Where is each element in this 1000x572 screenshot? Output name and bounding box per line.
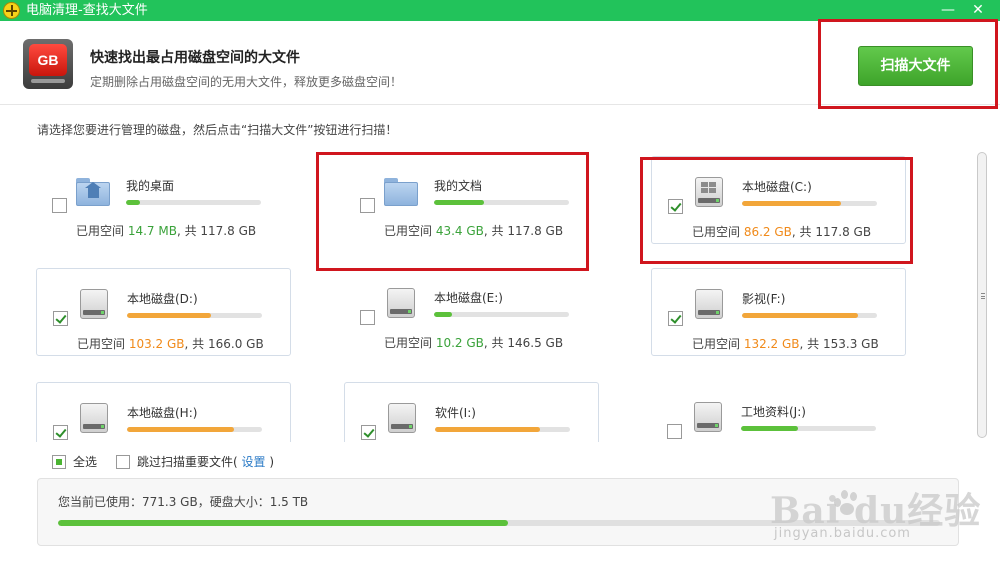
drive-checkbox[interactable] [667,424,682,439]
drive-card-desktop[interactable]: 我的桌面 已用空间 14.7 MB, 共 117.8 GB [36,156,291,244]
gb-icon-label: GB [29,44,67,76]
drive-card-j[interactable]: 工地资料(J:) [651,382,906,442]
minimize-button[interactable]: — [934,0,962,21]
total-value: 153.3 GB [822,337,879,351]
close-button[interactable]: ✕ [964,0,992,21]
hard-drive-icon [385,403,419,433]
used-value: 14.7 MB [127,224,177,238]
drive-usage-fill [127,313,211,318]
drive-name: 本地磁盘(H:) [127,406,198,420]
window-title: 电脑清理-查找大文件 [26,3,148,18]
drive-checkbox[interactable] [361,425,376,440]
drive-usage-fill [126,200,140,205]
total-separator: , 共 [176,224,201,238]
drive-name: 软件(I:) [435,406,476,420]
scrollbar-thumb[interactable] [977,152,987,438]
drive-usage-fill [127,427,234,432]
drive-usage-bar [434,312,569,317]
skip-important-label: 跳过扫描重要文件( 设置 ) [137,454,274,470]
total-separator: , 共 [799,337,823,351]
drive-usage-text: 已用空间 14.7 MB, 共 117.8 GB [76,222,256,239]
drive-usage-text: 已用空间 10.2 GB, 共 146.5 GB [384,334,563,351]
gb-disk-icon: GB [23,39,73,89]
disk-summary-fill [58,520,508,526]
drive-usage-bar [127,427,262,432]
annotation-box-documents [316,152,589,271]
used-value: 132.2 GB [743,337,800,351]
drive-list-scrollbar[interactable] [975,150,989,440]
drive-card-i[interactable]: 软件(I:) [344,382,599,442]
total-value: 146.5 GB [507,336,564,350]
drive-usage-fill [434,312,452,317]
drive-usage-fill [742,313,859,318]
drive-name: 影视(F:) [742,292,786,306]
instruction-text: 请选择您要进行管理的磁盘，然后点击“扫描大文件”按钮进行扫描！ [37,123,398,137]
drive-name: 工地资料(J:) [741,405,806,419]
used-prefix: 已用空间 [692,337,744,351]
title-bar: 电脑清理-查找大文件 — ✕ [0,0,1000,21]
disk-summary-panel: 您当前已使用：771.3 GB，硬盘大小：1.5 TB [37,478,959,546]
app-logo-icon [3,2,20,19]
drive-checkbox[interactable] [668,311,683,326]
drive-usage-bar [741,426,876,431]
used-prefix: 已用空间 [76,224,128,238]
drive-card-d[interactable]: 本地磁盘(D:) 已用空间 103.2 GB, 共 166.0 GB [36,268,291,356]
drive-card-h[interactable]: 本地磁盘(H:) [36,382,291,442]
select-all-checkbox[interactable] [52,455,66,469]
drive-card-e[interactable]: 本地磁盘(E:) 已用空间 10.2 GB, 共 146.5 GB [344,268,599,356]
total-value: 117.8 GB [200,224,257,238]
hard-drive-icon [692,289,726,319]
disk-summary-bar [58,520,940,526]
drive-usage-fill [741,426,798,431]
drive-usage-bar [435,427,570,432]
drive-checkbox[interactable] [53,425,68,440]
drive-usage-bar [127,313,262,318]
total-value: 166.0 GB [207,337,264,351]
drive-usage-bar [126,200,261,205]
drive-name: 本地磁盘(E:) [434,291,503,305]
drive-usage-fill [435,427,541,432]
header-subtitle: 定期删除占用磁盘空间的无用大文件，释放更多磁盘空间！ [90,75,403,89]
hard-drive-icon [691,402,725,432]
header-title: 快速找出最占用磁盘空间的大文件 [90,50,300,66]
drive-usage-text: 已用空间 103.2 GB, 共 166.0 GB [77,335,264,352]
skip-label-text: 跳过扫描重要文件( [137,455,238,469]
drive-checkbox[interactable] [53,311,68,326]
drive-checkbox[interactable] [52,198,67,213]
select-all-label: 全选 [73,455,98,469]
gb-icon-base [31,79,65,83]
total-separator: , 共 [483,336,508,350]
total-separator: , 共 [184,337,208,351]
drive-name: 我的桌面 [126,179,175,193]
skip-label-suffix: ) [269,455,275,469]
drive-name: 本地磁盘(D:) [127,292,198,306]
used-value: 103.2 GB [128,337,185,351]
hard-drive-icon [384,288,418,318]
disk-summary-text: 您当前已使用：771.3 GB，硬盘大小：1.5 TB [58,495,309,509]
drive-checkbox[interactable] [360,310,375,325]
annotation-box-drive-c [640,157,913,264]
annotation-box-scan-button [818,19,998,109]
drive-usage-bar [742,313,877,318]
used-prefix: 已用空间 [384,336,436,350]
used-value: 10.2 GB [435,336,484,350]
drive-usage-text: 已用空间 132.2 GB, 共 153.3 GB [692,335,879,352]
hard-drive-icon [77,403,111,433]
drive-card-f[interactable]: 影视(F:) 已用空间 132.2 GB, 共 153.3 GB [651,268,906,356]
skip-important-checkbox[interactable] [116,455,130,469]
desktop-folder-icon [76,176,110,206]
used-prefix: 已用空间 [77,337,129,351]
settings-link[interactable]: 设置 [242,455,266,469]
home-icon [85,182,101,198]
hard-drive-icon [77,289,111,319]
scrollbar-grip-icon [981,293,985,299]
